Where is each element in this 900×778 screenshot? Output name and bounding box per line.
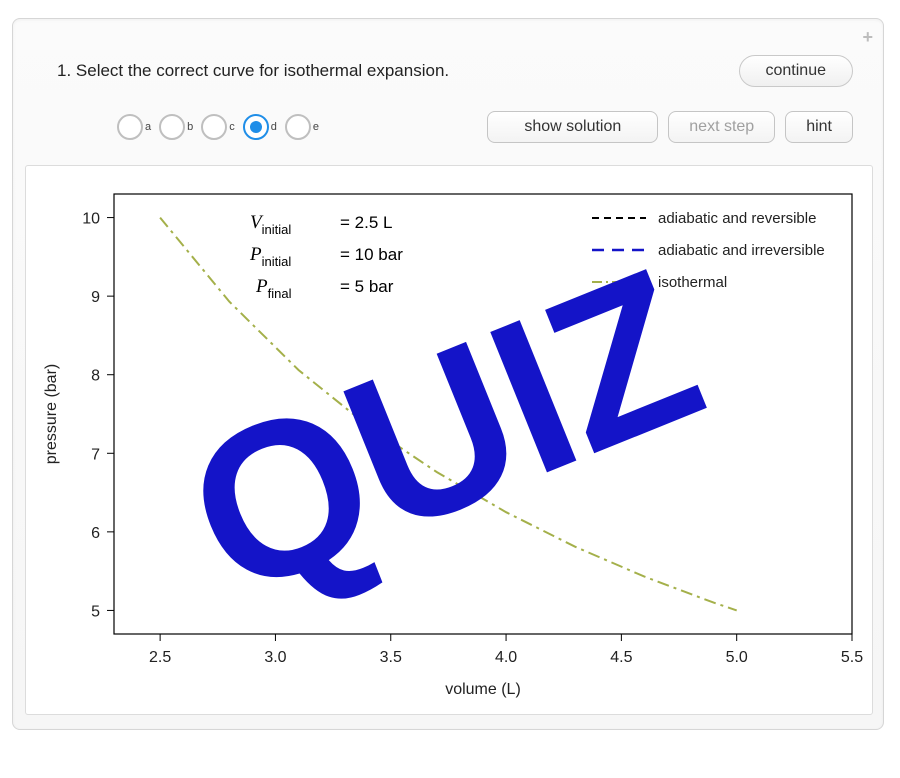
svg-text:= 5 bar: = 5 bar	[340, 277, 394, 296]
radio-d-label: d	[271, 121, 277, 133]
svg-text:5: 5	[91, 603, 100, 620]
next-step-button[interactable]: next step	[668, 111, 775, 143]
svg-text:Pfinal: Pfinal	[255, 276, 292, 301]
initial-conditions: Vinitial = 2.5 L Pinitial = 10 bar Pfina…	[249, 212, 403, 301]
chart-container: 2.5 3.0 3.5 4.0 4.5 5.0 5.5 volume (L) 5 6 7 8 9 10…	[25, 165, 873, 715]
radio-c-label: c	[229, 121, 235, 133]
svg-text:3.0: 3.0	[264, 649, 286, 666]
show-solution-button[interactable]: show solution	[487, 111, 658, 143]
radio-e[interactable]: e	[285, 114, 319, 140]
y-axis-label: pressure (bar)	[43, 364, 60, 464]
hint-button[interactable]: hint	[785, 111, 853, 143]
svg-text:9: 9	[91, 289, 100, 306]
radio-d[interactable]: d	[243, 114, 277, 140]
x-axis: 2.5 3.0 3.5 4.0 4.5 5.0 5.5 volume (L)	[149, 634, 863, 698]
radio-b-circle[interactable]	[159, 114, 185, 140]
y-axis: 5 6 7 8 9 10 pressure (bar)	[43, 211, 114, 621]
svg-text:10: 10	[82, 211, 100, 228]
radio-d-circle[interactable]	[243, 114, 269, 140]
svg-text:2.5: 2.5	[149, 649, 171, 666]
expand-icon[interactable]: +	[862, 27, 873, 48]
svg-text:= 2.5 L: = 2.5 L	[340, 213, 392, 232]
x-axis-label: volume (L)	[445, 681, 521, 698]
radio-c-circle[interactable]	[201, 114, 227, 140]
header-row: 1. Select the correct curve for isotherm…	[57, 55, 853, 87]
controls-row: a b c d e show solution next step hint	[57, 111, 853, 143]
svg-text:Vinitial: Vinitial	[250, 212, 291, 237]
svg-text:4.0: 4.0	[495, 649, 517, 666]
answer-radios: a b c d e	[117, 114, 319, 140]
question-text: 1. Select the correct curve for isotherm…	[57, 61, 449, 81]
radio-a-label: a	[145, 121, 151, 133]
action-buttons: show solution next step hint	[487, 111, 853, 143]
svg-text:4.5: 4.5	[610, 649, 632, 666]
app-panel: + 1. Select the correct curve for isothe…	[12, 18, 884, 730]
svg-text:Pinitial: Pinitial	[249, 244, 291, 269]
radio-b[interactable]: b	[159, 114, 193, 140]
svg-text:5.5: 5.5	[841, 649, 863, 666]
quiz-watermark: QUIZ	[157, 222, 729, 644]
legend-label-1: adiabatic and reversible	[658, 210, 816, 227]
radio-e-circle[interactable]	[285, 114, 311, 140]
svg-text:5.0: 5.0	[726, 649, 748, 666]
svg-text:3.5: 3.5	[380, 649, 402, 666]
legend-label-2: adiabatic and irreversible	[658, 242, 825, 259]
radio-a[interactable]: a	[117, 114, 151, 140]
svg-text:7: 7	[91, 446, 100, 463]
radio-c[interactable]: c	[201, 114, 235, 140]
svg-text:6: 6	[91, 525, 100, 542]
radio-e-label: e	[313, 121, 319, 133]
svg-text:= 10 bar: = 10 bar	[340, 245, 403, 264]
radio-b-label: b	[187, 121, 193, 133]
svg-text:8: 8	[91, 368, 100, 385]
continue-button[interactable]: continue	[739, 55, 854, 87]
radio-a-circle[interactable]	[117, 114, 143, 140]
legend-label-3: isothermal	[658, 274, 727, 291]
radio-d-dot	[250, 121, 262, 133]
chart-svg: 2.5 3.0 3.5 4.0 4.5 5.0 5.5 volume (L) 5 6 7 8 9 10…	[26, 166, 872, 714]
